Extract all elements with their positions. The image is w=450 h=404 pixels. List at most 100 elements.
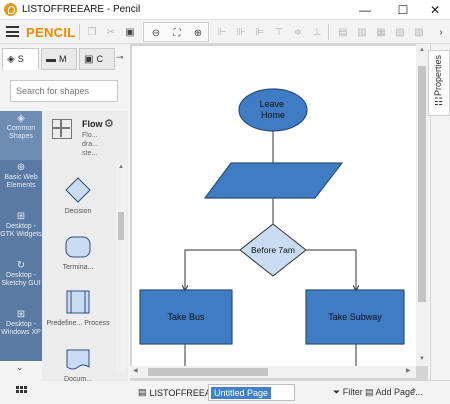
tab-shapes[interactable]: ◈ S xyxy=(2,48,39,70)
title-bar: LISTOFFREEARE - Pencil — ☐ ✕ xyxy=(0,0,450,20)
gear-icon[interactable]: ⚙ xyxy=(104,117,114,130)
align-left-icon[interactable]: ⊩ xyxy=(213,23,231,41)
shape-terminator[interactable]: Termina... xyxy=(46,233,110,272)
node-take-subway-label: Take Subway xyxy=(328,312,382,322)
close-button[interactable]: ✕ xyxy=(418,0,450,20)
scroll-up-icon[interactable]: ▲ xyxy=(118,164,124,170)
flowchart: Leave Home Before 7am Take Bus Take Subw… xyxy=(139,88,405,366)
same-width-icon[interactable]: ▤ xyxy=(334,23,352,41)
toolbar-overflow-icon[interactable]: › xyxy=(432,23,450,41)
left-panel-tabs: ◈ S ▬ M ▣ C xyxy=(0,48,128,70)
shape-label: Termina... xyxy=(62,264,94,271)
shape-search-input[interactable]: Search for shapes xyxy=(10,80,118,102)
same-height-icon[interactable]: ▥ xyxy=(353,23,371,41)
category-label: Desktop - Windows XP xyxy=(1,321,41,336)
copy-icon[interactable]: ❐ xyxy=(83,23,101,41)
canvas-horizontal-scrollbar[interactable]: ◀ ▶ xyxy=(130,366,416,378)
connector-arrow xyxy=(306,249,356,290)
tab-my-collections[interactable]: ▬ M xyxy=(41,48,77,70)
cut-icon[interactable]: ✂ xyxy=(102,23,120,41)
shape-document[interactable]: Docum... xyxy=(46,347,110,384)
category-list: ◈ Common Shapes ⊕ Basic Web Elements ⊞ D… xyxy=(0,111,42,361)
scroll-up-icon[interactable]: ▲ xyxy=(419,47,425,53)
zoom-in-icon[interactable]: ⊕ xyxy=(189,24,207,42)
filter-button[interactable]: ⏷ Filter xyxy=(333,387,363,398)
page-tab-label: Untitled Page xyxy=(211,387,272,399)
align-bottom-icon[interactable]: ⊥ xyxy=(308,23,326,41)
grid-icon: ⊞ xyxy=(16,309,26,320)
fit-screen-icon[interactable]: ⛶ xyxy=(168,24,186,42)
toolbar-separator xyxy=(79,24,80,40)
document-shape-icon xyxy=(66,349,90,370)
tab-shapes-label: S xyxy=(17,54,24,64)
node-leave-home-line1: Leave xyxy=(259,99,284,109)
scroll-right-icon[interactable]: ▶ xyxy=(406,367,411,374)
sketch-icon: ↻ xyxy=(16,260,26,271)
category-label: Basic Web Elements xyxy=(4,174,38,189)
tab-clipart[interactable]: ▣ C xyxy=(79,48,115,70)
layers-icon: ◈ xyxy=(17,113,25,124)
add-page-icon: ▤ xyxy=(365,387,374,397)
layers-icon: ◈ xyxy=(7,53,15,65)
scroll-left-icon[interactable]: ◀ xyxy=(133,367,138,374)
hamburger-menu-icon[interactable] xyxy=(6,26,19,37)
connector-arrow xyxy=(185,249,240,290)
node-input-output[interactable] xyxy=(203,162,344,199)
drawing-page[interactable]: Leave Home Before 7am Take Bus Take Subw… xyxy=(132,46,416,366)
distribute-v-icon[interactable]: ▧ xyxy=(391,23,409,41)
briefcase-icon: ▬ xyxy=(46,53,56,65)
shape-predefined-process[interactable]: Predefine... Process xyxy=(46,287,110,328)
page-bar: ▤ LISTOFFREEARE Untitled Page ⏷ Filter ▤… xyxy=(130,380,450,404)
pencil-app-icon xyxy=(4,3,17,16)
zoom-controls: ⊖ ⛶ ⊕ xyxy=(143,22,209,42)
tab-my-label: M xyxy=(59,54,67,64)
category-common-shapes[interactable]: ◈ Common Shapes xyxy=(0,111,42,160)
apps-grid-icon[interactable] xyxy=(16,386,27,396)
maximize-button[interactable]: ☐ xyxy=(386,0,420,20)
filter-label: Filter xyxy=(342,387,363,397)
predefined-process-shape-icon xyxy=(66,290,90,314)
main-toolbar: PENCIL ❐ ✂ ▣ ⊖ ⛶ ⊕ ⊩ ⊪ ⊫ ⊤ ≑ ⊥ ▤ ▥ ▦ ▧ ▨… xyxy=(0,20,450,44)
shape-decision[interactable]: Decision xyxy=(46,175,110,216)
scrollbar-thumb[interactable] xyxy=(148,368,268,376)
properties-label: Properties xyxy=(433,54,443,96)
globe-icon: ⊕ xyxy=(16,162,26,173)
category-label: Common Shapes xyxy=(6,125,36,140)
brand-logo: PENCIL xyxy=(26,25,76,40)
category-label: Desktop - Sketchy GUI xyxy=(1,272,41,287)
sliders-icon: ☷ xyxy=(434,97,443,108)
align-middle-icon[interactable]: ≑ xyxy=(289,23,307,41)
node-before-7am-label: Before 7am xyxy=(251,245,295,255)
node-take-bus-label: Take Bus xyxy=(167,312,205,322)
grid-icon: ⊞ xyxy=(16,211,26,222)
toolbar-separator xyxy=(328,24,329,40)
category-windows-xp[interactable]: ⊞ Desktop - Windows XP xyxy=(0,307,42,356)
scroll-down-icon[interactable]: ▼ xyxy=(419,356,425,362)
pin-icon[interactable]: ⊸ xyxy=(116,52,124,63)
category-basic-web[interactable]: ⊕ Basic Web Elements xyxy=(0,160,42,209)
canvas-area: Leave Home Before 7am Take Bus Take Subw… xyxy=(130,44,428,380)
chevron-down-icon[interactable]: ⌄ xyxy=(16,362,24,373)
collection-title: Flow xyxy=(82,119,103,129)
page-tab-untitled[interactable]: Untitled Page xyxy=(208,384,295,401)
align-top-icon[interactable]: ⊤ xyxy=(270,23,288,41)
shapes-scrollbar[interactable]: ▲ xyxy=(116,162,126,372)
collection-description: Flo... dra... ste... xyxy=(82,132,98,157)
scrollbar-thumb[interactable] xyxy=(418,66,426,302)
pencil-window: LISTOFFREEARE - Pencil — ☐ ✕ PENCIL ❐ ✂ … xyxy=(0,0,450,404)
category-sketchy-gui[interactable]: ↻ Desktop - Sketchy GUI xyxy=(0,258,42,307)
distribute-h-icon[interactable]: ▦ xyxy=(372,23,390,41)
category-gtk-widgets[interactable]: ⊞ Desktop - GTK Widgets xyxy=(0,209,42,258)
category-label: Desktop - GTK Widgets xyxy=(0,223,42,238)
collection-icon xyxy=(52,119,72,139)
scrollbar-thumb[interactable] xyxy=(118,212,124,240)
minimize-button[interactable]: — xyxy=(348,0,382,20)
paste-icon[interactable]: ▣ xyxy=(121,23,139,41)
zoom-out-icon[interactable]: ⊖ xyxy=(147,24,165,42)
align-right-icon[interactable]: ⊫ xyxy=(251,23,269,41)
align-center-icon[interactable]: ⊪ xyxy=(232,23,250,41)
canvas-vertical-scrollbar[interactable]: ▲ ▼ xyxy=(416,44,428,366)
group-icon[interactable]: ▨ xyxy=(410,23,428,41)
shape-label: Decision xyxy=(64,208,92,215)
chevron-up-icon[interactable]: ⌃ xyxy=(410,387,418,398)
